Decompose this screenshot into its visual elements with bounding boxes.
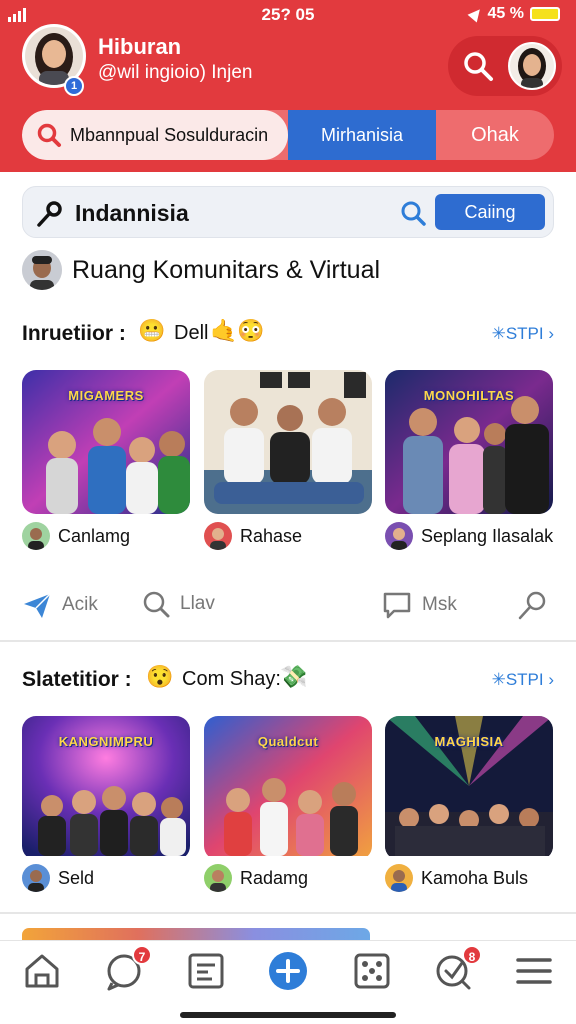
card-banner: MONOHILTAS [423,388,515,403]
card-author[interactable]: Seplang Ilasalak [385,522,553,550]
location-icon [467,5,484,23]
tab-main-label: Mbannpual Sosulduracin [70,124,269,145]
battery-icon [530,7,560,21]
section-header-1: Inruetiior : 😬 Dell 🤙😳 ✳STPI › [22,318,554,352]
card-author[interactable]: Radamg [204,864,308,892]
explore-badge: 8 [462,945,482,965]
section-extra: Dell [174,322,209,344]
search-input[interactable]: Indannisia Caiing [22,186,554,238]
header-actions [448,36,562,96]
author-avatar [385,864,413,892]
search-icon[interactable] [462,50,494,87]
card-author[interactable]: Rahase [204,522,302,550]
status-bar: 25? 05 45 % [0,0,576,30]
community-card[interactable] [204,370,372,514]
hand-emoji-icon: 🤙😳 [210,318,265,343]
profile-handle: @wil ingioio) Injen [98,62,253,83]
search-icon[interactable] [399,199,427,227]
menu-icon[interactable] [514,951,554,991]
tab-bar: Mbannpual Sosulduracin Mirhanisia Ohak [22,110,554,160]
author-name: Seld [58,867,95,888]
search-icon [37,123,61,147]
search-button[interactable]: Caiing [435,194,545,230]
card-author[interactable]: Canlamg [22,522,130,550]
dice-icon[interactable] [352,951,392,991]
author-name: Kamoha Buls [421,867,529,888]
search-action-button[interactable]: Llav [142,590,215,618]
author-name: Canlamg [58,525,131,546]
key-icon [37,201,62,227]
money-emoji-icon: 💸 [280,664,308,689]
like-label: Acik [62,594,98,615]
author-avatar [22,864,50,892]
community-avatar [22,250,62,290]
comment-button[interactable]: Msk [382,590,457,620]
plus-icon[interactable] [268,951,308,991]
profile-notification-badge: 1 [64,76,84,96]
section-label: Slatetitior : [22,668,132,691]
author-avatar [204,864,232,892]
home-icon[interactable] [22,951,62,991]
author-avatar [204,522,232,550]
section-header-2: Slatetitior : 😯 Com Shay: 💸 ✳STPI › [22,664,554,698]
community-header: Ruang Komunitars & Virtual [22,250,380,290]
battery-percent: 45 % [487,5,524,22]
section-extra: Com Shay: [182,668,281,690]
send-icon [24,593,51,618]
emoji-icon: 😯 [146,664,174,689]
chat-badge: 7 [132,945,152,965]
card-banner: Qualdcut [257,734,319,749]
like-button[interactable]: Acik [22,590,98,620]
card-banner: MAGHISIA [434,734,504,749]
tab-middle[interactable]: Mirhanisia [288,110,436,160]
explore-icon[interactable]: 8 [434,945,482,991]
search-icon [143,591,170,618]
comment-icon [383,592,411,619]
user-avatar[interactable] [508,42,556,90]
home-indicator [180,1012,396,1018]
profile-name: Hiburan [98,34,182,59]
post-actions: Acik Llav Msk [22,590,554,622]
card-banner: KANGNIMPRU [58,734,154,749]
search-query: Indannisia [75,200,189,226]
tab-last[interactable]: Ohak [436,110,554,160]
section-divider [0,640,576,642]
author-name: Seplang Ilasalak [421,525,554,546]
app-header: 25? 05 45 % 1 Hiburan @wil ingioio) Inje… [0,0,576,172]
comment-label: Msk [422,594,457,615]
author-avatar [22,522,50,550]
tab-main[interactable]: Mbannpual Sosulduracin [22,110,288,160]
section-label: Inruetiior : [22,322,126,345]
list-icon[interactable] [186,951,226,991]
author-avatar [385,522,413,550]
community-card[interactable]: KANGNIMPRU [22,716,190,860]
search-action-label: Llav [180,593,215,614]
author-name: Radamg [240,867,309,888]
status-right: 45 % [467,5,560,23]
community-card[interactable]: MAGHISIA [385,716,553,860]
chat-icon[interactable]: 7 [104,945,152,991]
community-title: Ruang Komunitars & Virtual [72,255,381,284]
card-author[interactable]: Kamoha Buls [385,864,528,892]
emoji-icon: 😬 [138,318,166,343]
section-see-all-link[interactable]: ✳STPI › [492,670,554,690]
card-author[interactable]: Seld [22,864,94,892]
card-banner: MIGAMERS [68,388,144,403]
section-divider [0,912,576,914]
community-card[interactable]: MIGAMERS [22,370,190,514]
community-card[interactable]: MONOHILTAS [385,370,553,514]
section-see-all-link[interactable]: ✳STPI › [492,324,554,344]
author-name: Rahase [240,525,303,546]
share-button[interactable] [516,590,548,622]
share-icon [518,591,546,620]
community-card[interactable]: Qualdcut [204,716,372,860]
